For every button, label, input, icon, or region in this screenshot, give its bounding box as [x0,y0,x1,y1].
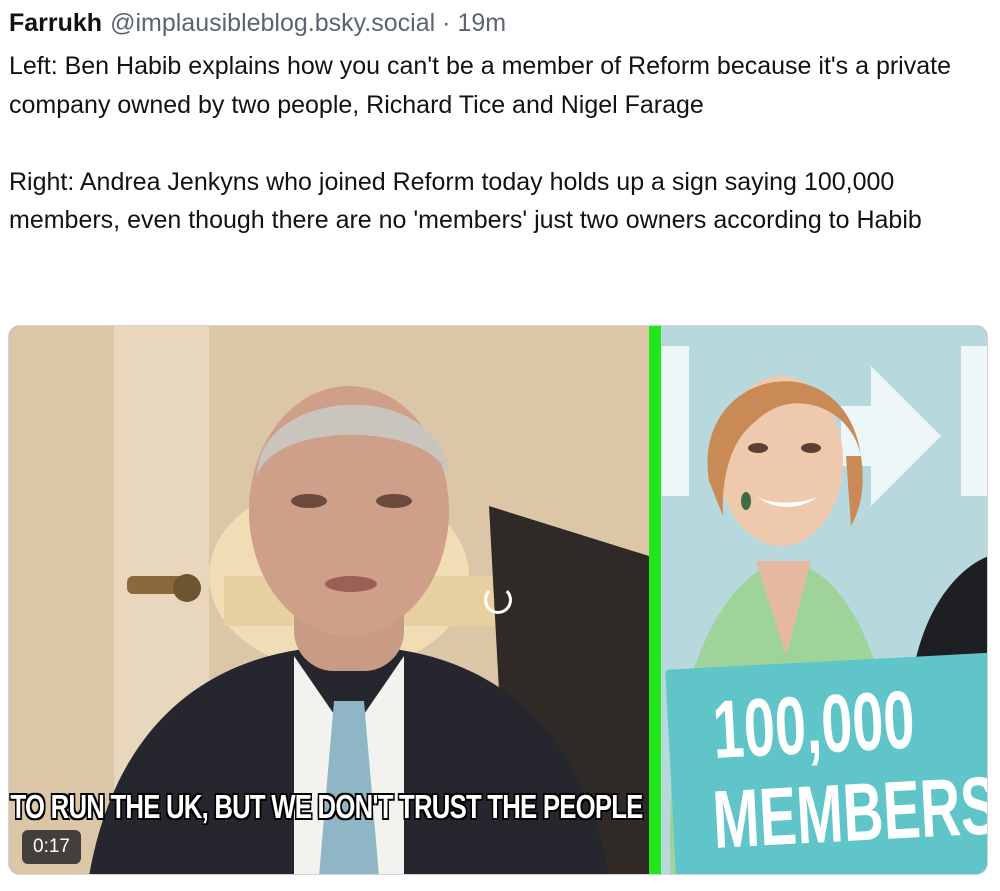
post-text: Left: Ben Habib explains how you can't b… [9,47,994,240]
post-paragraph-right: Right: Andrea Jenkyns who joined Reform … [9,167,922,235]
loading-spinner-icon [484,586,512,614]
video-player[interactable]: TO RUN THE UK, BUT WE DON'T TRUST THE PE… [8,325,988,875]
post-timestamp[interactable]: 19m [457,6,506,40]
author-name[interactable]: Farrukh [9,6,102,40]
post: Farrukh @implausibleblog.bsky.social · 1… [0,0,1000,891]
video-duration-badge[interactable]: 0:17 [22,830,81,864]
sign-word: MEMBERS [710,760,988,866]
post-paragraph-left: Left: Ben Habib explains how you can't b… [9,52,951,119]
sign-number: 100,000 [710,674,917,776]
separator-dot: · [442,9,451,37]
video-caption: TO RUN THE UK, BUT WE DON'T TRUST THE PE… [10,788,644,825]
post-header: Farrukh @implausibleblog.bsky.social · 1… [9,6,506,40]
video-frame-left: TO RUN THE UK, BUT WE DON'T TRUST THE PE… [9,326,649,874]
video-frame-right: 100,000 MEMBERS [661,326,988,874]
green-divider [649,326,661,874]
author-handle[interactable]: @implausibleblog.bsky.social [110,6,435,40]
